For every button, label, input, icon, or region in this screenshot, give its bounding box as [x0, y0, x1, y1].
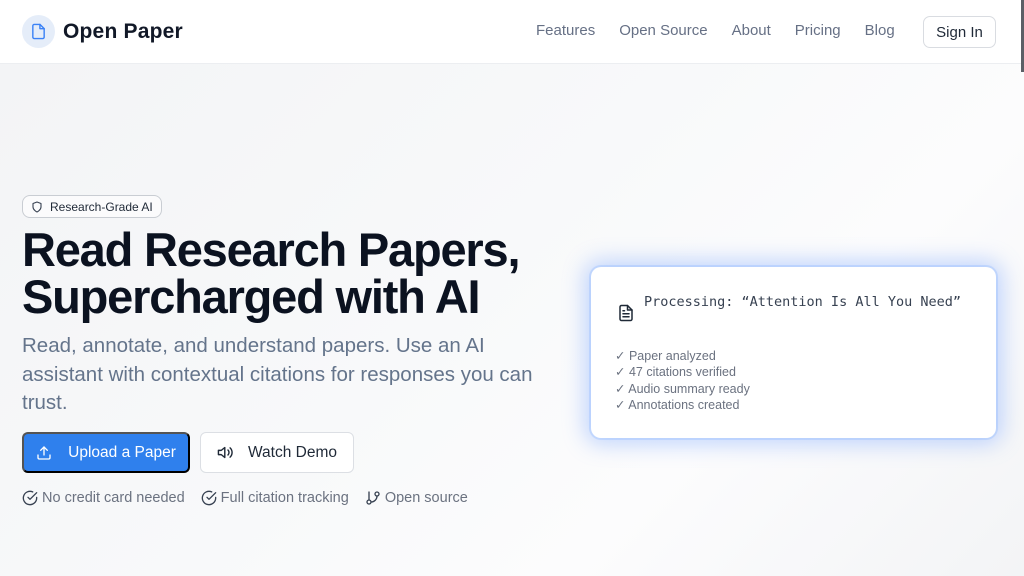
- git-branch-icon: [366, 491, 380, 505]
- list-item: ✓ Paper analyzed: [615, 349, 716, 363]
- watch-demo-button[interactable]: Watch Demo: [200, 432, 354, 473]
- nav-link-pricing[interactable]: Pricing: [795, 22, 841, 39]
- nav-links: Features Open Source About Pricing Blog: [536, 22, 919, 39]
- hero-subtitle: Read, annotate, and understand papers. U…: [22, 334, 533, 414]
- check-circle-icon: [201, 490, 217, 506]
- check-circle-icon: [22, 490, 38, 506]
- processing-status-list: ✓ Paper analyzed ✓ 47 citations verified…: [615, 348, 750, 413]
- speaker-icon: [217, 446, 233, 459]
- feature-label: No credit card needed: [42, 490, 185, 506]
- headline-line-2: Supercharged with AI: [22, 270, 481, 323]
- hero-headline: Read Research Papers, Supercharged with …: [22, 226, 582, 320]
- processing-card: Processing: “Attention Is All You Need” …: [591, 267, 996, 438]
- document-icon: [22, 15, 55, 48]
- list-item: ✓ 47 citations verified: [615, 365, 736, 380]
- feature-citation-tracking: Full citation tracking: [201, 490, 349, 506]
- nav-link-open-source[interactable]: Open Source: [619, 22, 707, 39]
- processing-title: Processing: “Attention Is All You Need”: [644, 294, 961, 310]
- upload-icon: [37, 445, 51, 460]
- nav-link-features[interactable]: Features: [536, 22, 595, 39]
- list-item: ✓ Audio summary ready: [615, 381, 750, 396]
- feature-list: No credit card needed Full citation trac…: [22, 490, 484, 506]
- nav-link-blog[interactable]: Blog: [865, 22, 895, 39]
- feature-label: Full citation tracking: [220, 490, 349, 506]
- nav-link-about[interactable]: About: [732, 22, 771, 39]
- upload-paper-label: Upload a Paper: [68, 443, 176, 461]
- headline-line-1: Read Research Papers,: [22, 223, 521, 276]
- navbar: Open Paper Features Open Source About Pr…: [0, 0, 1024, 64]
- brand-name: Open Paper: [63, 19, 183, 43]
- feature-open-source: Open source: [365, 490, 468, 506]
- badge-label: Research-Grade AI: [50, 199, 153, 214]
- feature-no-credit-card: No credit card needed: [22, 490, 185, 506]
- feature-label: Open source: [384, 490, 468, 506]
- research-grade-badge: Research-Grade AI: [22, 195, 162, 218]
- brand[interactable]: Open Paper: [22, 15, 183, 48]
- shield-icon: [32, 200, 42, 213]
- sign-in-button[interactable]: Sign In: [923, 16, 996, 48]
- watch-demo-label: Watch Demo: [247, 443, 337, 461]
- list-item: ✓ Annotations created: [615, 397, 740, 412]
- upload-paper-button[interactable]: Upload a Paper: [22, 432, 190, 473]
- file-text-icon: [619, 304, 633, 322]
